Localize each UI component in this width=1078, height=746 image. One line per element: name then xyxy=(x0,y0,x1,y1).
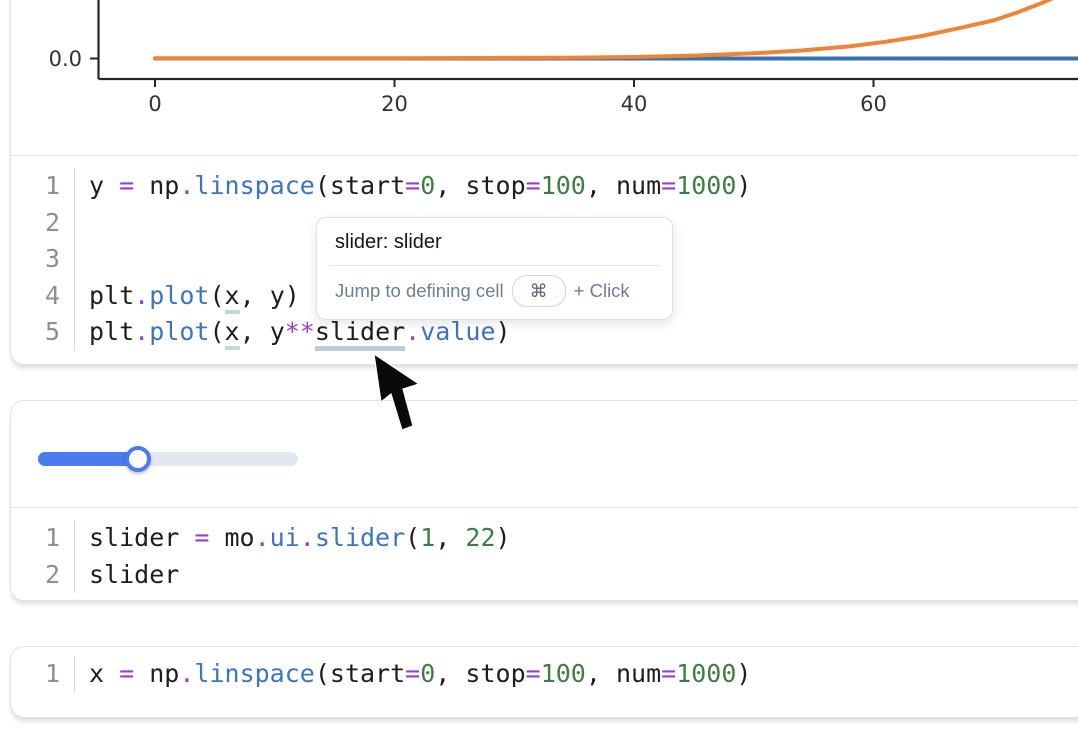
code-line-text[interactable]: plt.plot(x, y) xyxy=(75,278,300,315)
line-number: 4 xyxy=(19,278,75,315)
tooltip-hint: Jump to defining cell ⌘ + Click xyxy=(317,266,672,319)
slider-thumb[interactable] xyxy=(125,446,151,472)
x-tick-label: 0 xyxy=(148,92,161,116)
code-line-text[interactable] xyxy=(75,241,104,278)
x-tick-label: 40 xyxy=(621,92,648,116)
slider-output xyxy=(11,401,1078,507)
code-line[interactable]: 1slider = mo.ui.slider(1, 22) xyxy=(19,520,1078,557)
linked-variable: x xyxy=(225,281,240,314)
code-line-text[interactable] xyxy=(75,205,104,242)
series-line-1 xyxy=(155,0,1059,58)
code-editor[interactable]: 1x = np.linspace(start=0, stop=100, num=… xyxy=(11,647,1078,702)
tooltip-hint-text: Jump to defining cell xyxy=(335,280,504,302)
x-tick-label: 20 xyxy=(381,92,408,116)
code-line[interactable]: 2slider xyxy=(19,557,1078,594)
x-tick-label: 60 xyxy=(860,92,887,116)
line-number: 1 xyxy=(19,520,75,557)
variable-tooltip: slider: slider Jump to defining cell ⌘ +… xyxy=(316,217,673,320)
y-tick-label: 0.0 xyxy=(49,47,82,71)
line-number: 2 xyxy=(19,557,75,594)
cmd-key-icon: ⌘ xyxy=(512,275,566,307)
notebook: { "app": {"name": "marimo notebook"}, "c… xyxy=(0,0,1078,746)
tooltip-title: slider: slider xyxy=(317,218,672,265)
code-line-text[interactable]: slider xyxy=(75,557,179,594)
plot-output: 0 20 40 60 0.0 xyxy=(11,0,1078,155)
line-number: 1 xyxy=(19,168,75,205)
code-line-text[interactable]: x = np.linspace(start=0, stop=100, num=1… xyxy=(75,656,751,693)
linked-variable: x xyxy=(225,317,240,350)
matplotlib-chart: 0 20 40 60 0.0 xyxy=(11,0,1078,155)
slider-track[interactable] xyxy=(38,452,298,466)
code-line-text[interactable]: slider = mo.ui.slider(1, 22) xyxy=(75,520,511,557)
code-line-text[interactable]: y = np.linspace(start=0, stop=100, num=1… xyxy=(75,168,751,205)
code-editor[interactable]: 1slider = mo.ui.slider(1, 22)2slider xyxy=(11,507,1078,601)
line-number: 2 xyxy=(19,205,75,242)
code-line[interactable]: 1x = np.linspace(start=0, stop=100, num=… xyxy=(19,656,1078,693)
cell-card-slider: 1slider = mo.ui.slider(1, 22)2slider xyxy=(10,400,1078,601)
code-line[interactable]: 1y = np.linspace(start=0, stop=100, num=… xyxy=(19,168,1078,205)
line-number: 5 xyxy=(19,314,75,351)
line-number: 1 xyxy=(19,656,75,693)
hovered-variable: slider xyxy=(315,317,405,351)
line-number: 3 xyxy=(19,241,75,278)
cell-card-x: 1x = np.linspace(start=0, stop=100, num=… xyxy=(10,646,1078,718)
tooltip-hint-suffix: + Click xyxy=(574,280,630,302)
